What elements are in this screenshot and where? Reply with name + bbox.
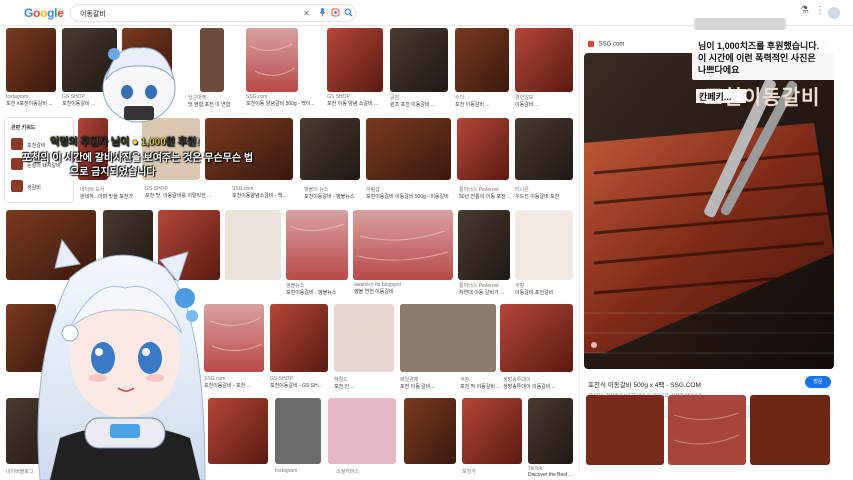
lens-icon[interactable] — [330, 8, 341, 19]
grid-caption[interactable]: Instagram — [275, 468, 325, 474]
grid-caption[interactable]: TikTok Discover the Best ... — [528, 466, 573, 478]
flask-icon[interactable]: ⚗ — [800, 5, 809, 16]
grid-caption[interactable]: SSG.com 포천이동양념소갈비 - 백... — [232, 186, 296, 199]
coin-icon: ● — [131, 137, 138, 148]
grid-caption[interactable]: 앵볼뉴스 포천이동갈비 · 엥볼뉴스 — [286, 282, 350, 296]
grid-caption[interactable]: 쿠팡 포천 막 이동갈비 ... — [460, 376, 500, 390]
chat-message-2: 칸페키... — [696, 89, 746, 103]
grid-caption[interactable]: 경인일보 이동갈비 ... — [515, 94, 573, 108]
related-thumbnail — [11, 138, 23, 150]
chibi-avatar — [102, 47, 176, 123]
grid-caption[interactable]: 당근마켓 맛 현함,포천 이 연합 — [188, 94, 238, 108]
account-avatar[interactable] — [828, 7, 840, 19]
vtuber-avatar — [37, 238, 206, 480]
search-box: ✕ — [70, 4, 356, 22]
related-heading: 관련 키워드 — [11, 125, 36, 131]
grid-caption[interactable]: 포천가 — [462, 468, 522, 475]
site-favicon-icon — [588, 41, 594, 47]
search-input[interactable] — [80, 7, 280, 20]
apps-icon[interactable]: ⋮ — [815, 5, 825, 16]
grid-caption[interactable]: GS SHOP 포천이동갈비 - GS SH... — [270, 376, 330, 389]
grid-caption[interactable]: 롱이너스 Pinterest 차연대 이동 갈비가 ... — [459, 282, 513, 296]
grid-caption[interactable]: 쿠팡 이동갈비 포천갈비 — [515, 282, 573, 296]
visit-button[interactable]: 방문 — [805, 376, 831, 388]
search-icon[interactable] — [343, 8, 354, 19]
grid-caption[interactable]: 공감 원조 포천 이동갈비 ... — [390, 94, 450, 108]
preview-source[interactable]: SSG.com — [588, 41, 624, 48]
grid-caption[interactable]: 하림샵 포천이동갈비 이동갈비 500g - 이동갈비 — [366, 186, 454, 200]
related-thumbnails[interactable] — [584, 395, 834, 465]
grid-caption[interactable]: award-rc-for.blogspot 엥볼 연천 이동갈비 — [354, 282, 454, 295]
mic-icon[interactable] — [317, 8, 328, 19]
grid-caption[interactable]: Instagram 포천 #포천이동갈비 ... — [6, 94, 58, 107]
clear-icon[interactable]: ✕ — [301, 8, 312, 19]
grid-caption[interactable]: GS SHOP 포천 맛. 이동갈비를 이탈릭한 ... — [145, 186, 225, 199]
chat-message: 님이 1,000치즈를 후원했습니다. 이 시간에 이런 폭력적인 사진은 나쁘… — [692, 36, 842, 80]
grid-caption[interactable]: 헤럴드 포천 인 ... — [334, 376, 394, 390]
grid-caption[interactable]: 롱이너스 Pinterest 50년 전통의 이동 포천 ... — [459, 186, 513, 200]
grid-caption[interactable]: 티나몬 우드진 이동갈비 포천 — [515, 186, 573, 200]
related-item[interactable]: 생갈비 — [11, 180, 71, 194]
grid-caption[interactable]: 소셜커머스 — [336, 468, 396, 475]
grid-caption[interactable]: 생방송투데이 생방송투데이 의동갈비 ... — [503, 376, 573, 390]
donation-message: 포천의 이 시간에 갈비사진을 보여주는 것은 무슨무슨 법 으로 금지되었습니… — [22, 153, 254, 178]
grid-caption[interactable]: SSG.com 포천이동 양념갈비 500g - 백이... — [246, 94, 322, 107]
preview-title[interactable]: 포천식 이동갈비 500g x 4팩 - SSG.COM — [588, 379, 701, 389]
donation-alert: 익명의 후원자 님이 ● 1,000원 후원! — [50, 137, 200, 148]
screen: Google ✕ ⚗ ⋮ — [0, 0, 853, 480]
grid-caption[interactable]: 수다 포천 이동갈비 ... — [455, 94, 511, 108]
google-logo[interactable]: Google — [24, 6, 64, 20]
grid-caption[interactable]: GS SHOP 포천 이동 양념 소갈비 ... — [327, 94, 385, 107]
related-thumbnail — [11, 180, 23, 192]
grid-caption[interactable]: 앵볼의 뉴스 포천이동갈비 · 엥볼뉴스 — [304, 186, 364, 200]
chat-username — [694, 18, 786, 30]
grid-caption[interactable]: 네이버 도서 원데하...라며 맛을 포천가 — [80, 186, 140, 200]
